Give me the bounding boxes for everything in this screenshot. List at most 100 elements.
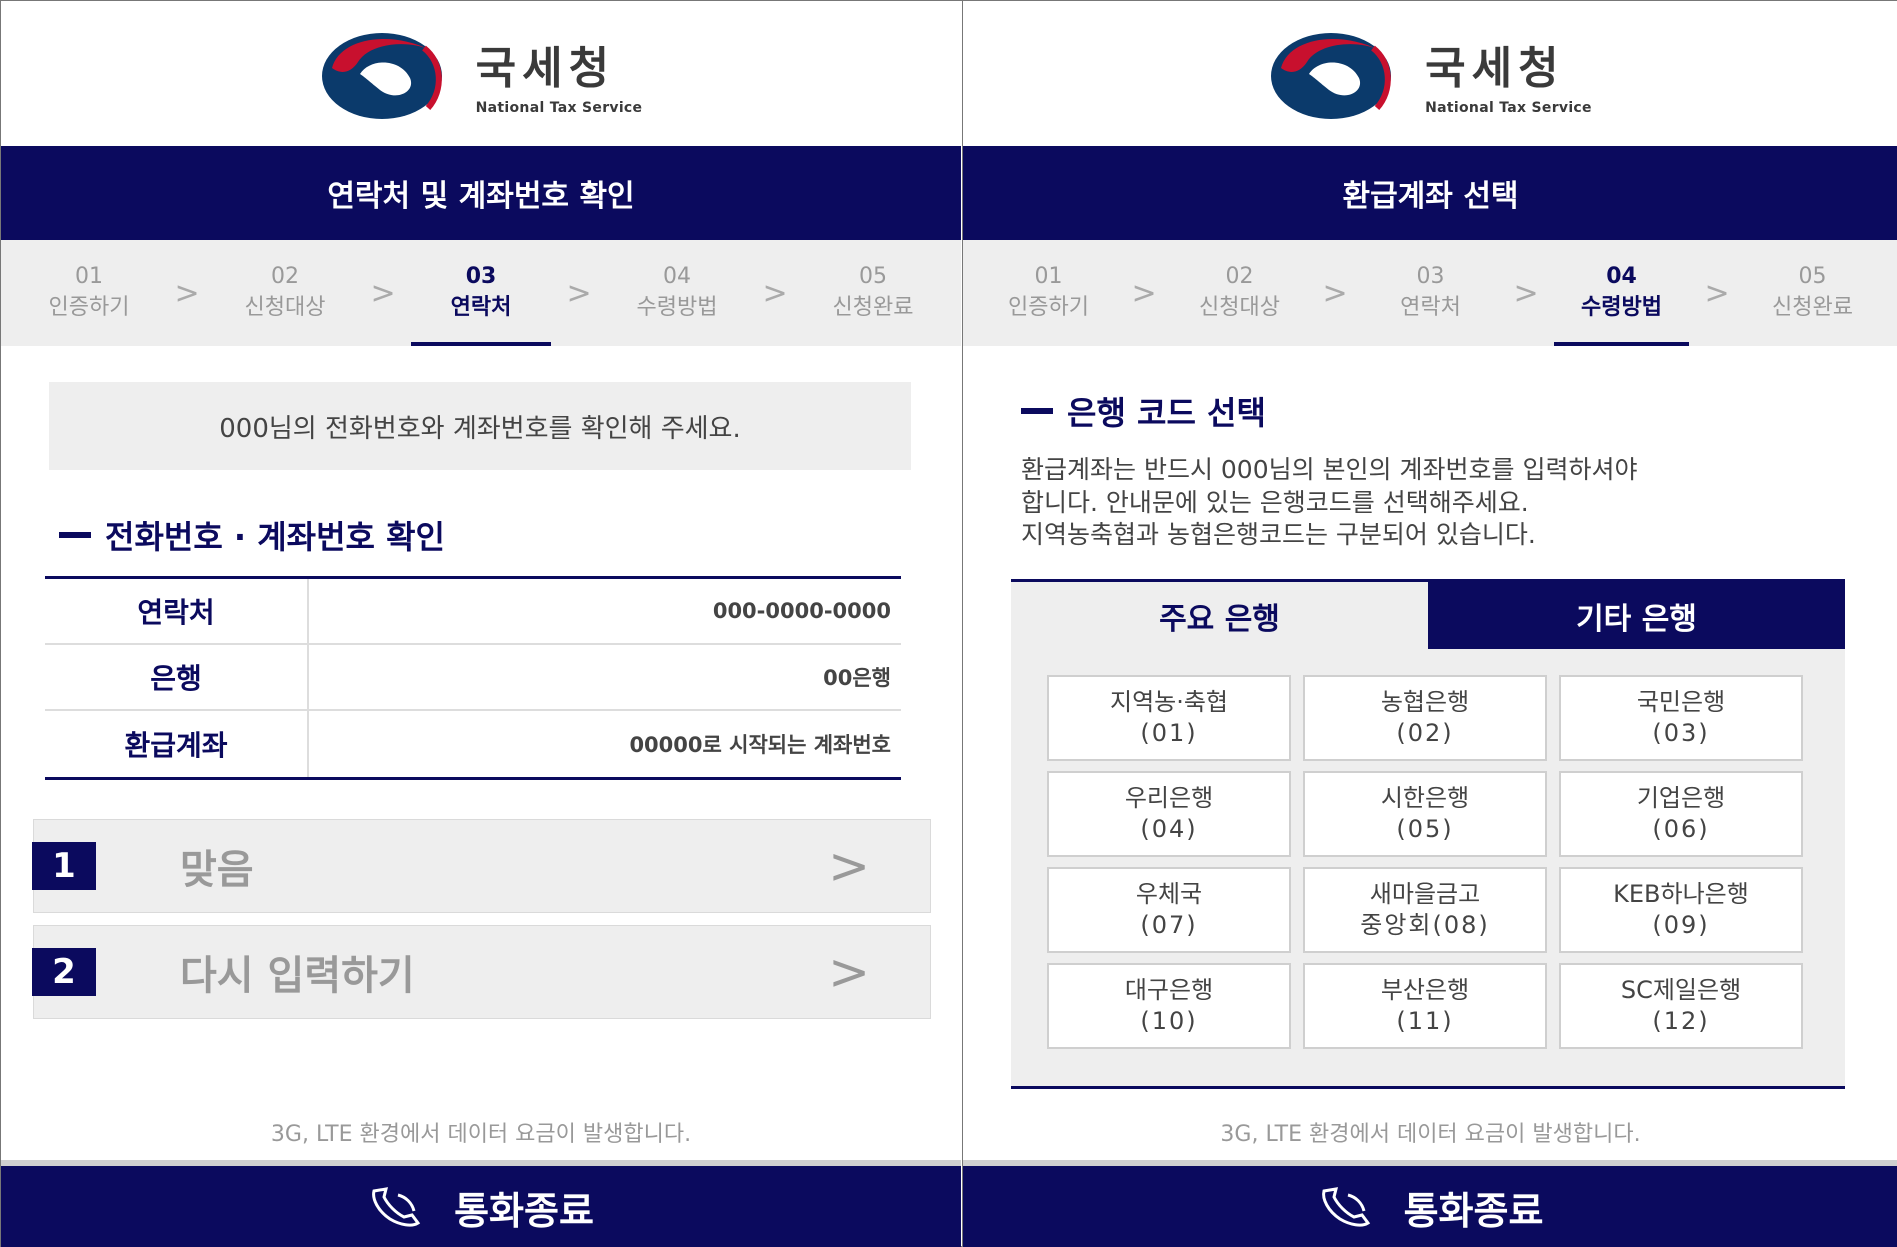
- bank-code: (01): [1140, 719, 1198, 747]
- contact-confirm-panel: 국세청 National Tax Service 연락처 및 계좌번호 확인 0…: [1, 1, 961, 1247]
- phone-icon: [372, 1187, 421, 1227]
- confirm-correct-button[interactable]: 1 맞음 >: [32, 819, 931, 913]
- section-heading: 은행 코드 선택: [1021, 388, 1897, 434]
- bank-name: SC제일은행: [1620, 975, 1742, 1004]
- phone-value: 000-0000-0000: [712, 599, 891, 623]
- screen: 국세청 National Tax Service 연락처 및 계좌번호 확인 0…: [0, 0, 1897, 1247]
- bank-option[interactable]: 농협은행 (02): [1303, 675, 1547, 761]
- bank-code: (02): [1396, 719, 1454, 747]
- bank-option[interactable]: 국민은행 (03): [1559, 675, 1803, 761]
- bank-name: 국민은행: [1636, 687, 1726, 716]
- bank-name: KEB하나은행: [1613, 879, 1749, 908]
- bank-name: 시한은행: [1380, 783, 1470, 812]
- tab-major-banks[interactable]: 주요 은행: [1011, 582, 1428, 649]
- bank-code: 중앙회(08): [1360, 911, 1490, 939]
- bank-name: 기업은행: [1636, 783, 1726, 812]
- step-indicator: 01 인증하기 > 02 신청대상 > 03 연락처 > 04 수령방법 > 05 신청완…: [963, 240, 1897, 346]
- chevron-right-icon: >: [1704, 275, 1730, 311]
- bank-tabs: 주요 은행 기타 은행: [1011, 579, 1845, 649]
- logo-area: 국세청 National Tax Service: [1, 1, 961, 146]
- chevron-right-icon: >: [174, 275, 200, 311]
- step-indicator: 01 인증하기 > 02 신청대상 > 03 연락처 > 04 수령방법 > 05 신청완…: [1, 240, 961, 346]
- bank-option[interactable]: 기업은행 (06): [1559, 771, 1803, 857]
- bank-code: (06): [1652, 815, 1710, 843]
- instruction-line: 환급계좌는 반드시 000님의 본인의 계좌번호를 입력하셔야: [1021, 455, 1638, 484]
- step-4-active: 04 수령방법: [1536, 240, 1707, 346]
- bank-option[interactable]: 우리은행 (04): [1047, 771, 1291, 857]
- data-charge-note: 3G, LTE 환경에서 데이터 요금이 발생합니다.: [1220, 1122, 1641, 1147]
- nts-emblem-icon: [1271, 32, 1392, 119]
- bank-name: 대구은행: [1124, 975, 1214, 1004]
- section-title: 전화번호 · 계좌번호 확인: [105, 518, 445, 556]
- section-title: 은행 코드 선택: [1067, 394, 1266, 432]
- bank-option[interactable]: 지역농·축협 (01): [1047, 675, 1291, 761]
- end-call-label: 통화종료: [454, 1188, 594, 1233]
- step-3: 03 연락처: [1400, 264, 1461, 320]
- bank-name: 부산은행: [1380, 975, 1470, 1004]
- bank-option[interactable]: 우체국 (07): [1047, 867, 1291, 953]
- bank-name: 새마을금고: [1369, 879, 1481, 908]
- chevron-right-icon: >: [370, 275, 396, 311]
- bank-name: 우리은행: [1124, 783, 1214, 812]
- nts-emblem-icon: [321, 32, 442, 119]
- refund-account-panel: 국세청 National Tax Service 환급계좌 선택 01 인증하기 …: [962, 1, 1897, 1247]
- phone-icon: [1321, 1187, 1370, 1227]
- step-3-active: 03 연락처: [393, 240, 569, 346]
- option-label: 맞음: [180, 847, 254, 893]
- row-label: 은행: [45, 645, 309, 709]
- bank-code: (12): [1652, 1007, 1710, 1035]
- chevron-right-icon: >: [828, 837, 870, 895]
- bank-option[interactable]: KEB하나은행 (09): [1559, 867, 1803, 953]
- bank-grid: 지역농·축협 (01) 농협은행 (02) 국민은행 (03) 우리은행 (04) 시한…: [1011, 649, 1845, 1049]
- bank-option[interactable]: 새마을금고중앙회(08): [1303, 867, 1547, 953]
- bank-name: 지역농·축협: [1109, 687, 1229, 716]
- bank-code: (09): [1652, 911, 1710, 939]
- end-call-button[interactable]: 통화종료: [1, 1160, 961, 1247]
- brand-subtitle: National Tax Service: [1425, 99, 1592, 116]
- bank-code: (03): [1652, 719, 1710, 747]
- section-heading: 전화번호 · 계좌번호 확인: [59, 512, 961, 558]
- step-2: 02 신청대상: [244, 264, 326, 320]
- step-2: 02 신청대상: [1199, 264, 1280, 320]
- bank-code: (10): [1140, 1007, 1198, 1035]
- step-1: 01 인증하기: [1008, 264, 1089, 320]
- logo-area: 국세청 National Tax Service: [963, 1, 1897, 146]
- instruction-line: 지역농축협과 농협은행코드는 구분되어 있습니다.: [1021, 520, 1536, 549]
- bank-code: (07): [1140, 911, 1198, 939]
- bank-option[interactable]: 시한은행 (05): [1303, 771, 1547, 857]
- option-label: 다시 입력하기: [180, 953, 415, 999]
- table-row: 환급계좌 00000로 시작되는 계좌번호: [45, 711, 901, 777]
- chevron-right-icon: >: [762, 275, 788, 311]
- bank-code: (11): [1396, 1007, 1454, 1035]
- table-row: 연락처 000-0000-0000: [45, 579, 901, 645]
- bank-selector: 주요 은행 기타 은행 지역농·축협 (01) 농협은행 (02) 국민은행 (03)…: [1011, 579, 1845, 1089]
- brand-title: 국세청: [475, 42, 616, 94]
- bank-name: 우체국: [1135, 879, 1203, 908]
- step-4: 04 수령방법: [636, 264, 718, 320]
- bank-option[interactable]: 부산은행 (11): [1303, 963, 1547, 1049]
- bank-option[interactable]: 대구은행 (10): [1047, 963, 1291, 1049]
- bank-name: 농협은행: [1380, 687, 1470, 716]
- step-5: 05 신청완료: [832, 264, 914, 320]
- chevron-right-icon: >: [828, 943, 870, 1001]
- bank-value: 00은행: [823, 666, 891, 690]
- info-table: 연락처 000-0000-0000 은행 00은행 환급계좌 00000로 시작…: [45, 576, 901, 780]
- data-charge-note: 3G, LTE 환경에서 데이터 요금이 발생합니다.: [270, 1122, 692, 1147]
- bank-code: (05): [1396, 815, 1454, 843]
- chevron-right-icon: >: [1322, 275, 1348, 311]
- chevron-right-icon: >: [1131, 275, 1157, 311]
- page-title: 연락처 및 계좌번호 확인: [1, 146, 961, 240]
- chevron-right-icon: >: [1513, 275, 1539, 311]
- table-row: 은행 00은행: [45, 645, 901, 711]
- end-call-button[interactable]: 통화종료: [963, 1160, 1897, 1247]
- notice-message: 000님의 전화번호와 계좌번호를 확인해 주세요.: [49, 382, 911, 470]
- tab-other-banks[interactable]: 기타 은행: [1428, 582, 1845, 649]
- step-5: 05 신청완료: [1772, 264, 1853, 320]
- dash-icon: [59, 532, 91, 538]
- page-title: 환급계좌 선택: [963, 146, 1897, 240]
- bank-option[interactable]: SC제일은행 (12): [1559, 963, 1803, 1049]
- instruction-text: 환급계좌는 반드시 000님의 본인의 계좌번호를 입력하셔야 합니다. 안내문…: [1021, 454, 1848, 552]
- reenter-button[interactable]: 2 다시 입력하기 >: [32, 925, 931, 1019]
- option-number: 1: [32, 842, 96, 890]
- option-number: 2: [32, 948, 96, 996]
